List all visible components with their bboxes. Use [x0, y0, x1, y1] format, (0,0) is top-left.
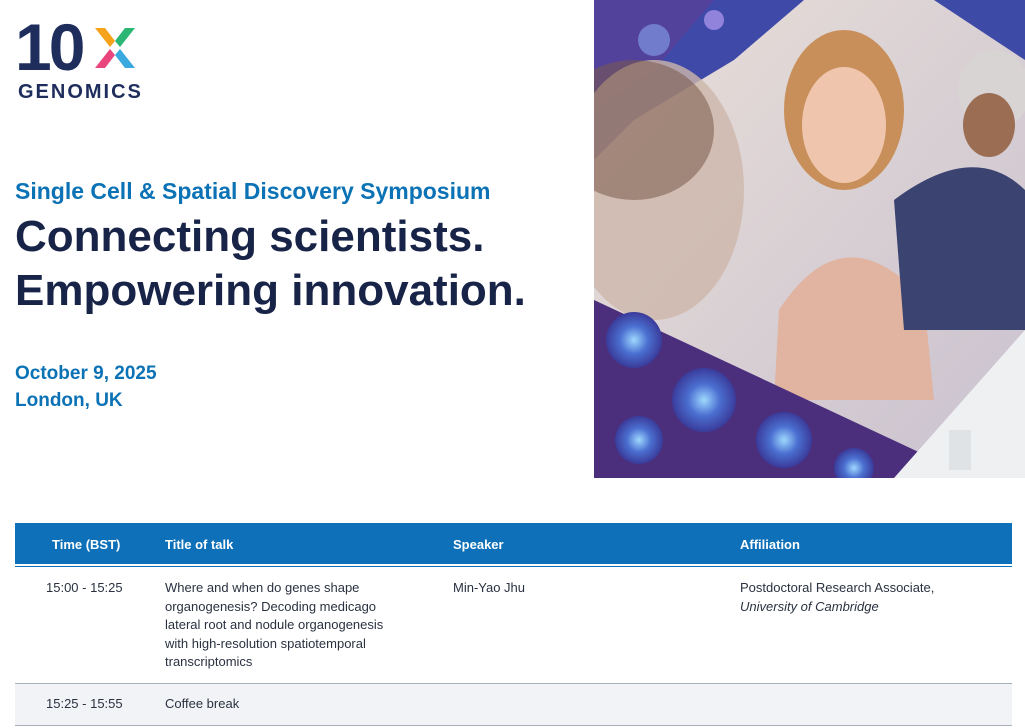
headline-line-2: Empowering innovation. [15, 266, 526, 315]
title-line: Where and when do genes shape [165, 580, 360, 595]
affiliation-role: Postdoctoral Research Associate, [740, 580, 935, 595]
logo-wordmark: 10 [15, 10, 85, 84]
header-time: Time (BST) [52, 537, 121, 552]
logo-x-icon [95, 28, 135, 68]
row-time: 15:00 - 15:25 [46, 580, 123, 595]
logo-subtitle: GENOMICS [18, 81, 143, 103]
event-location: London, UK [15, 390, 123, 411]
row-title: Coffee break [165, 696, 240, 711]
title-line: lateral root and nodule organogenesis [165, 617, 384, 632]
event-name: Single Cell & Spatial Discovery Symposiu… [15, 178, 491, 204]
title-line: transcriptomics [165, 654, 253, 669]
hero-image [594, 0, 1025, 478]
row-title: Where and when do genes shape organogene… [165, 579, 383, 672]
schedule-table: Time (BST) Title of talk Speaker Affilia… [15, 523, 1012, 726]
title-line: organogenesis? Decoding medicago [165, 598, 377, 614]
headline: Connecting scientists. Empowering innova… [15, 210, 526, 318]
title-line: with high-resolution spatiotemporal [165, 635, 366, 651]
row-speaker: Min-Yao Jhu [453, 580, 526, 595]
header-affiliation: Affiliation [740, 537, 800, 552]
table-row: 15:25 - 15:55 Coffee break [15, 684, 1012, 726]
table-row: 15:00 - 15:25 Where and when do genes sh… [15, 567, 1012, 684]
row-time: 15:25 - 15:55 [46, 696, 123, 711]
header-speaker: Speaker [453, 537, 504, 552]
event-date: October 9, 2025 [15, 363, 157, 384]
table-header: Time (BST) Title of talk Speaker Affilia… [15, 523, 1012, 564]
10x-genomics-logo: 10 GENOMICS [15, 14, 145, 104]
headline-line-1: Connecting scientists. [15, 212, 485, 261]
affiliation-institution: University of Cambridge [740, 598, 879, 614]
row-affiliation: Postdoctoral Research Associate, Univers… [740, 579, 934, 616]
header-title: Title of talk [165, 537, 234, 552]
